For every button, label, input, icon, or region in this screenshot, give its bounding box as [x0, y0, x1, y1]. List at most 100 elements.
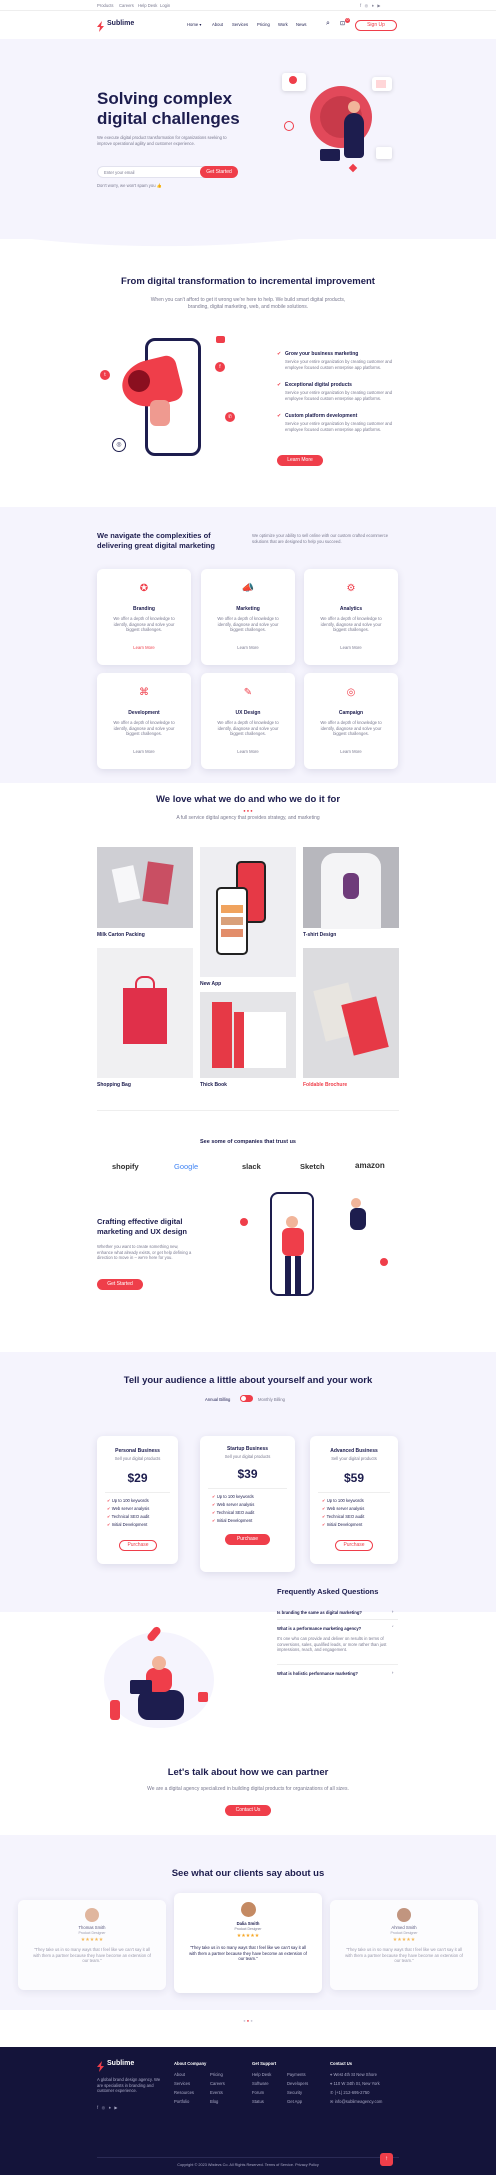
footer-logo[interactable]: Sublime — [107, 2060, 134, 2067]
plan-purchase-button[interactable]: Purchase — [225, 1534, 270, 1545]
hero-get-started-button[interactable]: Get Started — [200, 166, 238, 178]
transform-title: From digital transformation to increment… — [121, 276, 375, 287]
logo[interactable]: Sublime — [107, 20, 134, 27]
plan-feature: ✔ Up to 100 keywords — [212, 1494, 254, 1499]
footer-link[interactable]: Payments — [287, 2072, 308, 2077]
crafting-title-1: Crafting effective digital — [97, 1217, 183, 1226]
feature-2-desc: Service your entire organization by crea… — [285, 390, 393, 401]
portfolio-image-shopping-bag[interactable] — [97, 948, 193, 1078]
testimonial-name: Thomas Smith — [78, 1925, 106, 1930]
scroll-top-button[interactable]: ↑ — [380, 2153, 393, 2166]
portfolio-image-new-app[interactable] — [200, 847, 296, 977]
logo-shopify: shopify — [112, 1162, 139, 1171]
footer-link[interactable]: About — [174, 2072, 206, 2077]
carousel-dots[interactable]: ● ● ● — [0, 2018, 496, 2023]
footer-link[interactable]: Status — [252, 2099, 276, 2104]
portfolio-image-milk-carton[interactable] — [97, 847, 193, 928]
megaphone-icon: 📣 — [241, 583, 255, 594]
hero-email-input[interactable]: Enter your email — [97, 166, 217, 178]
footer-contact[interactable]: ✆ (+1) 212-695-2750 — [330, 2090, 382, 2095]
learn-more-link[interactable]: Learn More — [201, 645, 295, 650]
service-card-ux-design[interactable]: ✎ UX Design We offer a depth of knowledg… — [201, 673, 295, 769]
nav-about[interactable]: About — [212, 22, 223, 27]
testimonials-title: See what our clients say about us — [171, 1868, 325, 1879]
faq-item-2[interactable]: What is a performance marketing agency? — [277, 1626, 361, 1631]
faq-item-3[interactable]: What is holistic performance marketing? — [277, 1671, 358, 1676]
nav-home[interactable]: Home ▾ — [187, 22, 201, 27]
learn-more-link[interactable]: Learn More — [201, 749, 295, 754]
footer-link[interactable]: Events — [210, 2090, 225, 2095]
testimonial-card: Dalia Smith Product Designer ★★★★★ "They… — [174, 1893, 322, 1993]
footer-link[interactable]: Security — [287, 2090, 308, 2095]
service-card-analytics[interactable]: ⚙ Analytics We offer a depth of knowledg… — [304, 569, 398, 665]
social-icons[interactable]: f ◎ ♦ ▶ — [360, 3, 381, 8]
learn-more-link[interactable]: Learn More — [97, 749, 191, 754]
portfolio-image-thick-book[interactable] — [200, 992, 296, 1078]
nav-pricing[interactable]: Pricing — [257, 22, 270, 27]
testimonial-role: Product Designer — [390, 1931, 418, 1935]
footer-link[interactable]: Services — [174, 2081, 206, 2086]
service-card-branding[interactable]: ✪ Branding We offer a depth of knowledge… — [97, 569, 191, 665]
testimonial-card: Ahmed Smith Product Designer ★★★★★ "They… — [330, 1900, 478, 1990]
portfolio-label: New App — [200, 981, 222, 987]
topbar-link-products[interactable]: Products — [97, 3, 114, 8]
code-icon: ⌘ — [139, 687, 149, 698]
footer-link[interactable]: Portfolio — [174, 2099, 206, 2104]
service-name: Development — [128, 710, 160, 716]
star-rating: ★★★★★ — [80, 1937, 104, 1943]
service-name: UX Design — [235, 710, 261, 716]
footer-contact[interactable]: ✉ info@sublimeagency.com — [330, 2099, 382, 2104]
topbar-link-helpdesk[interactable]: Help Desk — [138, 3, 157, 8]
footer-link[interactable]: Help Desk — [252, 2072, 276, 2077]
crafting-illustration — [230, 1188, 400, 1318]
plan-name: Startup Business — [226, 1446, 269, 1452]
transform-learn-more-button[interactable]: Learn More — [277, 455, 323, 466]
portfolio-image-brochure[interactable] — [303, 948, 399, 1078]
nav-work[interactable]: Work — [278, 22, 288, 27]
footer-link[interactable]: Blog — [210, 2099, 225, 2104]
footer-link[interactable]: Forum — [252, 2090, 276, 2095]
contact-us-button[interactable]: Contact Us — [225, 1805, 271, 1816]
footer-link[interactable]: Get App — [287, 2099, 308, 2104]
plan-purchase-button[interactable]: Purchase — [335, 1540, 373, 1551]
nav-services[interactable]: Services — [232, 22, 248, 27]
service-desc: We offer a depth of knowledge to identif… — [113, 720, 175, 736]
footer-link[interactable]: Careers — [210, 2081, 225, 2086]
learn-more-link[interactable]: Learn More — [304, 749, 398, 754]
footer-link[interactable]: Developers — [287, 2081, 308, 2086]
billing-toggle-annual[interactable]: Annual Billing — [205, 1397, 230, 1402]
billing-toggle-switch[interactable] — [240, 1395, 253, 1402]
nav-news[interactable]: News — [296, 22, 306, 27]
plan-purchase-button[interactable]: Purchase — [119, 1540, 157, 1551]
service-card-campaign[interactable]: ◎ Campaign We offer a depth of knowledge… — [304, 673, 398, 769]
logo-icon — [97, 19, 104, 32]
chart-icon: ⚙ — [346, 583, 356, 594]
faq-item-1[interactable]: Is branding the same as digital marketin… — [277, 1610, 362, 1615]
faq-answer: It's one who can provide and deliver on … — [277, 1636, 387, 1652]
topbar-link-careers[interactable]: Careers — [119, 3, 134, 8]
testimonial-role: Product Designer — [234, 1927, 262, 1931]
service-desc: We offer a depth of knowledge to identif… — [217, 616, 279, 632]
feature-1-desc: Service your entire organization by crea… — [285, 359, 393, 370]
chevron-down-icon[interactable]: › — [392, 1670, 393, 1675]
footer-social-icons[interactable]: f ◎ ♦ ▶ — [97, 2105, 118, 2110]
footer-link[interactable]: Resources — [174, 2090, 206, 2095]
pricing-title: Tell your audience a little about yourse… — [123, 1375, 373, 1386]
learn-more-link[interactable]: Learn More — [97, 645, 191, 650]
billing-toggle-monthly[interactable]: Monthly Billing — [258, 1397, 285, 1402]
chevron-up-icon[interactable]: ˇ — [392, 1625, 393, 1630]
footer-description: A global brand design agency. We are spe… — [97, 2077, 161, 2093]
signup-button[interactable]: Sign Up — [355, 20, 397, 31]
crafting-get-started-button[interactable]: Get Started — [97, 1279, 143, 1290]
service-card-marketing[interactable]: 📣 Marketing We offer a depth of knowledg… — [201, 569, 295, 665]
portfolio-image-tshirt[interactable] — [303, 847, 399, 929]
search-icon[interactable]: ⌕ — [326, 20, 330, 28]
footer-link[interactable]: Software — [252, 2081, 276, 2086]
footer-link[interactable]: Pricing — [210, 2072, 225, 2077]
topbar-link-login[interactable]: Login — [160, 3, 170, 8]
learn-more-link[interactable]: Learn More — [304, 645, 398, 650]
chevron-down-icon[interactable]: › — [392, 1609, 393, 1614]
star-rating: ★★★★★ — [236, 1933, 260, 1939]
target-icon: ◎ — [346, 687, 356, 698]
service-card-development[interactable]: ⌘ Development We offer a depth of knowle… — [97, 673, 191, 769]
